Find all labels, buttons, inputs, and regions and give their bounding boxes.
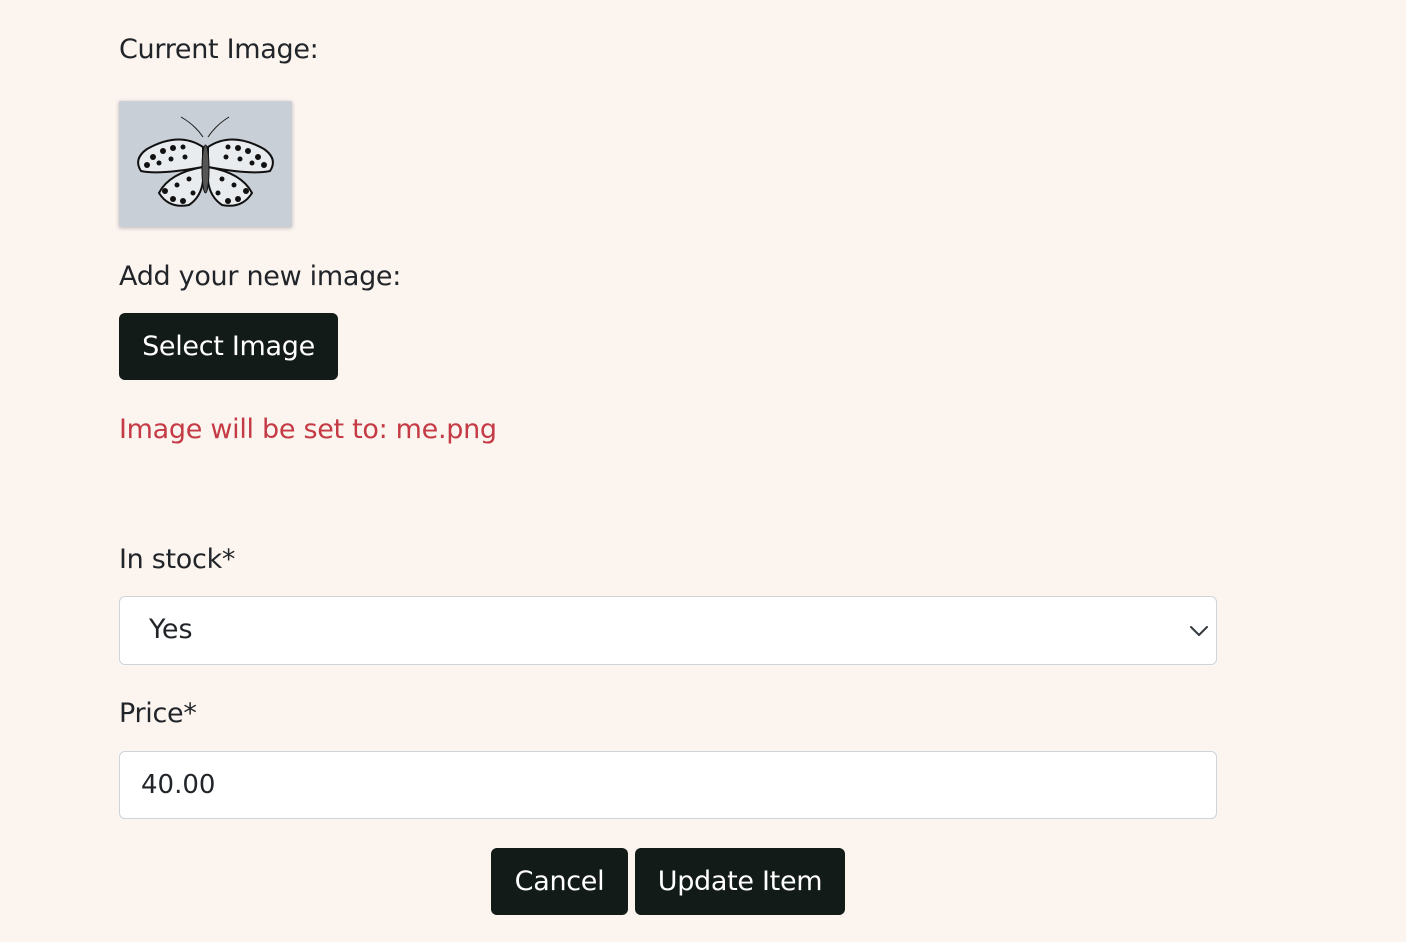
update-item-button[interactable]: Update Item (635, 848, 845, 915)
chevron-down-icon (1190, 626, 1208, 636)
price-field-container (119, 751, 1217, 819)
butterfly-drawing-icon (119, 101, 292, 227)
new-image-label: Add your new image: (119, 261, 402, 292)
cancel-button[interactable]: Cancel (491, 848, 628, 915)
select-image-button[interactable]: Select Image (119, 313, 338, 380)
in-stock-label: In stock* (119, 544, 236, 575)
image-status-text: Image will be set to: me.png (119, 414, 497, 445)
current-image-label: Current Image: (119, 34, 319, 65)
in-stock-selected-value: Yes (149, 614, 193, 645)
price-label: Price* (119, 698, 197, 729)
edit-item-form: Current Image: Add your new image: Selec… (0, 0, 1406, 942)
in-stock-select[interactable]: Yes (119, 596, 1217, 665)
current-image-thumbnail (119, 101, 292, 227)
price-input[interactable] (141, 752, 1181, 818)
